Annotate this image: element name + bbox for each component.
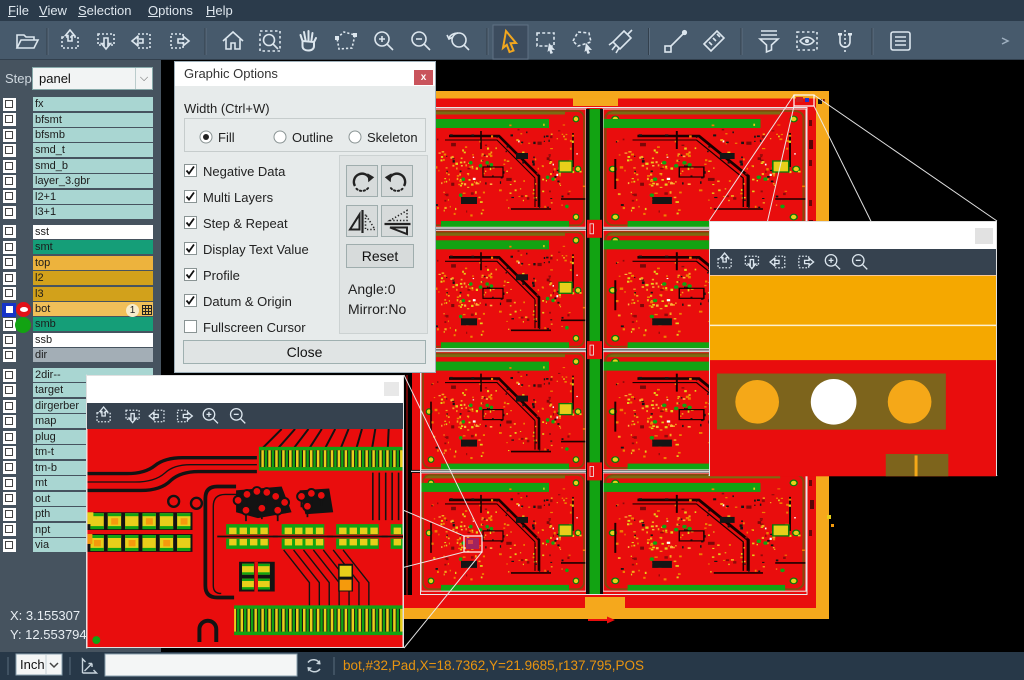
svg-text:Inch: Inch bbox=[20, 657, 45, 672]
svg-text:bot,#32,Pad,X=18.7362,Y=21.968: bot,#32,Pad,X=18.7362,Y=21.9685,r137.795… bbox=[343, 658, 644, 673]
